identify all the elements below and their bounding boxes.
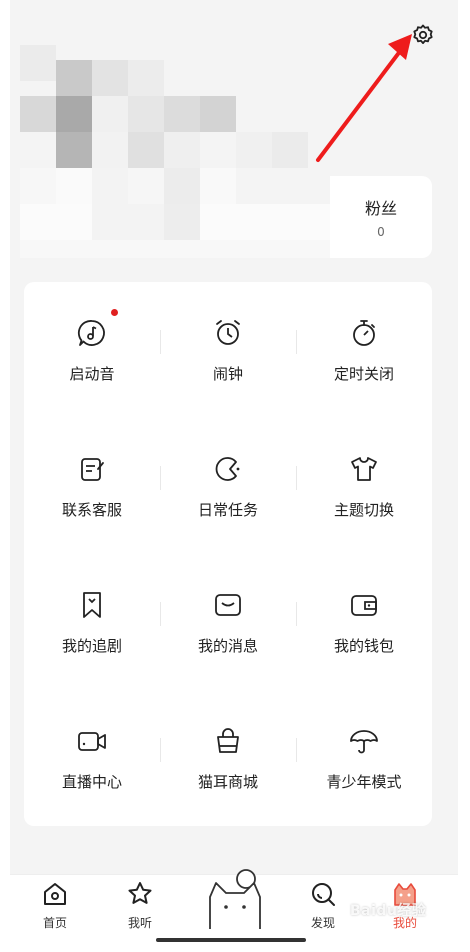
home-icon <box>44 883 66 905</box>
fans-stat[interactable]: 粉丝 0 <box>330 176 432 258</box>
center-cat-button[interactable] <box>200 867 270 931</box>
video-camera-icon <box>78 731 106 751</box>
notification-dot <box>111 308 118 316</box>
column-divider <box>296 330 297 354</box>
menu-item-live-center[interactable]: 直播中心 <box>24 690 160 826</box>
alarm-clock-icon <box>216 319 240 345</box>
column-divider <box>296 602 297 626</box>
tab-home[interactable]: 首页 <box>10 875 100 945</box>
music-note-bubble-icon <box>77 319 105 346</box>
menu-item-alarm[interactable]: 闹钟 <box>160 282 296 418</box>
menu-item-my-series[interactable]: 我的追剧 <box>24 554 160 690</box>
cat-mascot-icon <box>209 869 261 929</box>
timer-icon <box>353 319 375 346</box>
fans-label: 粉丝 <box>364 199 397 218</box>
wallet-icon <box>351 594 377 616</box>
column-divider <box>160 602 161 626</box>
tab-listen[interactable]: 我听 <box>95 875 185 945</box>
menu-item-theme-switch[interactable]: 主题切换 <box>296 418 432 554</box>
menu-item-label: 我的钱包 <box>333 636 394 655</box>
column-divider <box>160 330 161 354</box>
edit-note-icon <box>81 457 104 481</box>
menu-item-label: 青少年模式 <box>326 772 402 791</box>
umbrella-icon <box>350 729 378 753</box>
column-divider <box>296 466 297 490</box>
menu-item-label: 日常任务 <box>197 500 258 519</box>
tab-label: 我听 <box>127 916 152 930</box>
menu-item-label: 启动音 <box>69 364 115 383</box>
tshirt-icon <box>351 456 377 481</box>
bookmark-icon <box>83 591 101 618</box>
menu-item-label: 闹钟 <box>212 364 243 383</box>
tab-label: 首页 <box>42 916 67 930</box>
menu-item-maoer-mall[interactable]: 猫耳商城 <box>160 690 296 826</box>
tab-label: 发现 <box>310 916 335 930</box>
moon-task-icon <box>215 456 240 481</box>
menu-item-my-messages[interactable]: 我的消息 <box>160 554 296 690</box>
annotation-arrow <box>316 34 412 162</box>
menu-item-label: 直播中心 <box>61 772 122 791</box>
menu-item-label: 我的追剧 <box>61 636 122 655</box>
menu-item-sleep-timer[interactable]: 定时关闭 <box>296 282 432 418</box>
discover-icon <box>312 883 335 906</box>
column-divider <box>160 738 161 762</box>
menu-item-daily-tasks[interactable]: 日常任务 <box>160 418 296 554</box>
menu-item-label: 猫耳商城 <box>197 772 258 791</box>
fans-count: 0 <box>377 225 385 239</box>
menu-item-startup-sound[interactable]: 启动音 <box>24 282 160 418</box>
menu-item-label: 联系客服 <box>61 500 122 519</box>
shopping-bag-icon <box>217 727 239 753</box>
column-divider <box>296 738 297 762</box>
menu-item-label: 主题切换 <box>333 500 394 519</box>
menu-item-teen-mode[interactable]: 青少年模式 <box>296 690 432 826</box>
message-icon <box>215 593 241 616</box>
watermark: Baidu经验 <box>350 903 427 919</box>
menu-item-customer-service[interactable]: 联系客服 <box>24 418 160 554</box>
menu-item-my-wallet[interactable]: 我的钱包 <box>296 554 432 690</box>
menu-grid: 启动音 闹钟 定时关闭 联系客服 日常任务 主题切换 我的追剧 我的消息 我的钱… <box>24 282 432 826</box>
menu-item-label: 我的消息 <box>197 636 258 655</box>
star-icon <box>128 882 152 904</box>
menu-item-label: 定时关闭 <box>333 364 394 383</box>
column-divider <box>160 466 161 490</box>
home-indicator <box>156 938 306 942</box>
